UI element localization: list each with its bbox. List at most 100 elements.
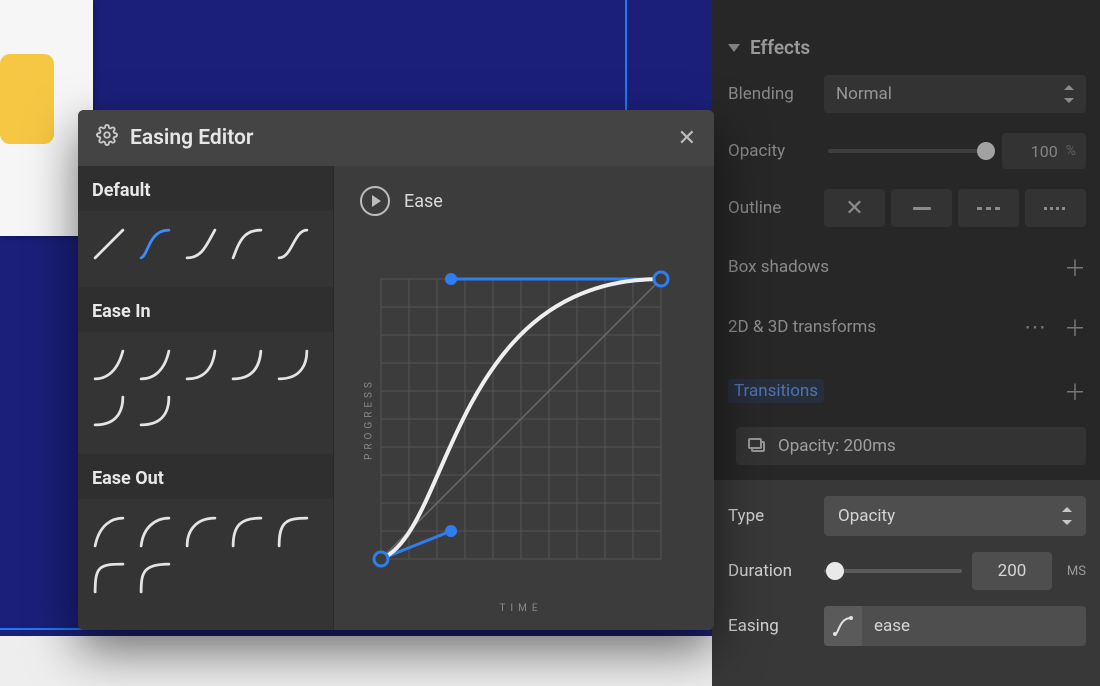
placeholder-text (0, 0, 60, 54)
opacity-unit: % (1066, 143, 1076, 159)
duration-unit: MS (1058, 564, 1086, 579)
blending-select[interactable]: Normal (824, 75, 1086, 113)
easing-preset[interactable] (224, 221, 270, 267)
duration-input[interactable]: 200 (972, 552, 1052, 590)
easing-value: ease (862, 616, 922, 636)
opacity-value-box[interactable]: 100 % (1002, 133, 1086, 169)
y-axis-label: PROGRESS (363, 378, 374, 460)
modal-titlebar[interactable]: Easing Editor ✕ (78, 110, 714, 166)
outline-solid-button[interactable] (891, 189, 952, 227)
effects-title: Effects (750, 36, 810, 59)
effects-section-header[interactable]: Effects (712, 24, 1100, 65)
easing-preset[interactable] (86, 342, 132, 388)
preset-group-title: Ease Out (78, 454, 333, 499)
opacity-slider-thumb[interactable] (977, 142, 995, 160)
easing-editor-modal: Easing Editor ✕ Default Ease In Ease Out E… (78, 110, 714, 630)
easing-preset[interactable] (224, 342, 270, 388)
easing-preset[interactable] (86, 221, 132, 267)
yellow-thumbnail (0, 54, 54, 144)
outline-label: Outline (728, 198, 824, 218)
transition-edit-panel: Type Opacity Duration 200 MS Easing (712, 480, 1100, 686)
type-row: Type Opacity (712, 488, 1100, 544)
type-select[interactable]: Opacity (824, 496, 1086, 536)
easing-preset[interactable] (86, 388, 132, 434)
duration-value: 200 (998, 561, 1027, 581)
easing-preset[interactable] (270, 509, 316, 555)
easing-preset[interactable] (178, 509, 224, 555)
easing-preset[interactable] (178, 342, 224, 388)
add-transition-button[interactable]: ＋ (1064, 375, 1086, 407)
dotted-line-icon (1044, 207, 1068, 210)
duration-row: Duration 200 MS (712, 544, 1100, 598)
preset-group-title: Default (78, 166, 333, 211)
transforms-label: 2D & 3D transforms (728, 317, 876, 337)
blending-value: Normal (836, 84, 892, 104)
opacity-value: 100 (1031, 142, 1058, 161)
close-button[interactable]: ✕ (678, 126, 696, 151)
outline-row: Outline ✕ (712, 179, 1100, 237)
outline-none-button[interactable]: ✕ (824, 189, 885, 227)
easing-preset[interactable] (178, 221, 224, 267)
opacity-slider[interactable] (828, 149, 986, 153)
type-label: Type (728, 506, 824, 526)
collapse-caret-icon (728, 44, 740, 52)
easing-preset[interactable] (270, 221, 316, 267)
opacity-row: Opacity 100 % (712, 123, 1100, 179)
duration-slider[interactable] (824, 569, 962, 573)
select-chevrons-icon (1062, 507, 1072, 525)
select-chevrons-icon (1064, 85, 1074, 103)
gear-icon (96, 124, 118, 152)
style-panel: Effects Blending Normal Opacity 100 % Ou… (712, 0, 1100, 686)
duration-slider-thumb[interactable] (826, 562, 844, 580)
preset-list[interactable]: Default Ease In Ease Out (78, 166, 334, 630)
add-box-shadow-button[interactable]: ＋ (1064, 251, 1086, 283)
current-easing-name: Ease (404, 191, 443, 212)
easing-row: Easing ease (712, 598, 1100, 654)
transforms-more-button[interactable]: ⋯ (1024, 315, 1046, 340)
easing-input[interactable]: ease (824, 606, 1086, 646)
dashed-line-icon (977, 207, 1001, 210)
play-preview-button[interactable] (360, 186, 390, 216)
easing-preset[interactable] (224, 509, 270, 555)
preset-grid (78, 211, 333, 287)
opacity-label: Opacity (728, 141, 824, 161)
easing-preset[interactable] (86, 509, 132, 555)
control-handle-p2[interactable] (445, 273, 457, 285)
box-shadows-label: Box shadows (728, 257, 829, 277)
solid-line-icon (913, 207, 931, 210)
duration-label: Duration (728, 561, 824, 581)
easing-preset[interactable] (132, 221, 178, 267)
control-handle-p1[interactable] (445, 525, 457, 537)
transition-item-label: Opacity: 200ms (778, 436, 896, 456)
transition-item[interactable]: Opacity: 200ms (736, 427, 1086, 465)
curve-start-point[interactable] (374, 552, 388, 566)
easing-preset[interactable] (270, 342, 316, 388)
preset-grid (78, 332, 333, 454)
outline-dashed-button[interactable] (958, 189, 1019, 227)
x-axis-label: TIME (499, 603, 542, 614)
graph-panel: Ease PROGRESS (334, 166, 714, 630)
modal-title: Easing Editor (130, 126, 253, 150)
blending-label: Blending (728, 84, 824, 104)
easing-graph[interactable] (371, 269, 671, 569)
x-icon: ✕ (845, 196, 863, 221)
transition-stack-icon (748, 438, 766, 454)
easing-preset[interactable] (132, 509, 178, 555)
add-transform-button[interactable]: ＋ (1064, 311, 1086, 343)
preset-group-title: Ease In (78, 287, 333, 332)
easing-label: Easing (728, 616, 824, 636)
type-value: Opacity (838, 506, 895, 526)
box-shadows-row: Box shadows ＋ (712, 237, 1100, 297)
easing-preset[interactable] (132, 342, 178, 388)
blending-row: Blending Normal (712, 65, 1100, 123)
preset-grid (78, 499, 333, 621)
easing-preset[interactable] (86, 555, 132, 601)
easing-preset[interactable] (132, 555, 178, 601)
outline-dotted-button[interactable] (1025, 189, 1086, 227)
easing-curve-icon[interactable] (824, 606, 862, 646)
transitions-label: Transitions (728, 379, 824, 403)
easing-preset[interactable] (132, 388, 178, 434)
transitions-row: Transitions ＋ (712, 357, 1100, 421)
curve-end-point[interactable] (654, 272, 668, 286)
canvas-bottom-strip (0, 636, 712, 686)
